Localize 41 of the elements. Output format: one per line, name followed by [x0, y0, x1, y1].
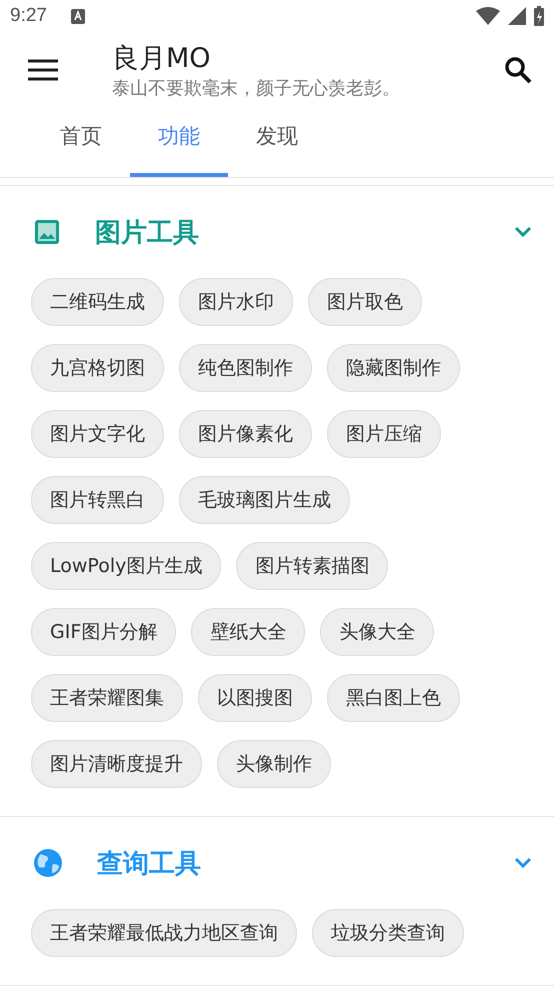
app-subtitle: 泰山不要欺毫末，颜子无心羡老彭。 — [112, 76, 401, 100]
tool-chip[interactable]: 头像制作 — [217, 740, 331, 788]
tool-chip[interactable]: 黑白图上色 — [327, 674, 460, 722]
search-icon[interactable] — [504, 56, 532, 84]
tool-chip[interactable]: 二维码生成 — [31, 278, 164, 326]
status-time: 9:27 — [10, 5, 47, 28]
tab[interactable]: 发现 — [228, 107, 326, 177]
keyboard-icon — [70, 8, 85, 24]
section-title: 查询工具 — [97, 848, 202, 880]
tab[interactable]: 首页 — [32, 107, 130, 177]
signal-icon — [508, 7, 526, 26]
battery-icon — [534, 6, 544, 26]
tool-chip[interactable]: 毛玻璃图片生成 — [179, 476, 350, 524]
tab[interactable]: 功能 — [130, 107, 228, 177]
chevron-icon[interactable] — [514, 226, 532, 238]
tool-chip[interactable]: 图片清晰度提升 — [31, 740, 202, 788]
tool-chip[interactable]: 图片转黑白 — [31, 476, 164, 524]
tool-chip[interactable]: 纯色图制作 — [179, 344, 312, 392]
tool-chip[interactable]: 以图搜图 — [198, 674, 312, 722]
tool-chip[interactable]: 图片文字化 — [31, 410, 164, 458]
tool-chip[interactable]: 图片水印 — [179, 278, 293, 326]
tool-chip[interactable]: 王者荣耀最低战力地区查询 — [31, 909, 297, 957]
tool-chip[interactable]: 垃圾分类查询 — [312, 909, 464, 957]
tool-chip[interactable]: 隐藏图制作 — [327, 344, 460, 392]
chevron-icon[interactable] — [514, 857, 532, 869]
tool-chip[interactable]: 头像大全 — [320, 608, 434, 656]
app-title: 良月MO — [112, 42, 212, 76]
tool-chip[interactable]: 图片转素描图 — [236, 542, 388, 590]
tool-chip[interactable]: 图片取色 — [308, 278, 422, 326]
tool-chip[interactable]: 九宫格切图 — [31, 344, 164, 392]
globe-icon — [33, 848, 63, 878]
wifi-icon — [476, 7, 500, 26]
section-title: 图片工具 — [95, 216, 200, 250]
tool-chip[interactable]: 图片像素化 — [179, 410, 312, 458]
tool-chip[interactable]: 壁纸大全 — [191, 608, 306, 656]
menu-icon[interactable] — [28, 58, 58, 81]
image-icon — [33, 218, 61, 246]
tool-chip[interactable]: LowPoly图片生成 — [31, 542, 222, 590]
tool-chip[interactable]: 王者荣耀图集 — [31, 674, 183, 722]
tool-chip[interactable]: GIF图片分解 — [31, 608, 176, 656]
tool-chip[interactable]: 图片压缩 — [327, 410, 441, 458]
